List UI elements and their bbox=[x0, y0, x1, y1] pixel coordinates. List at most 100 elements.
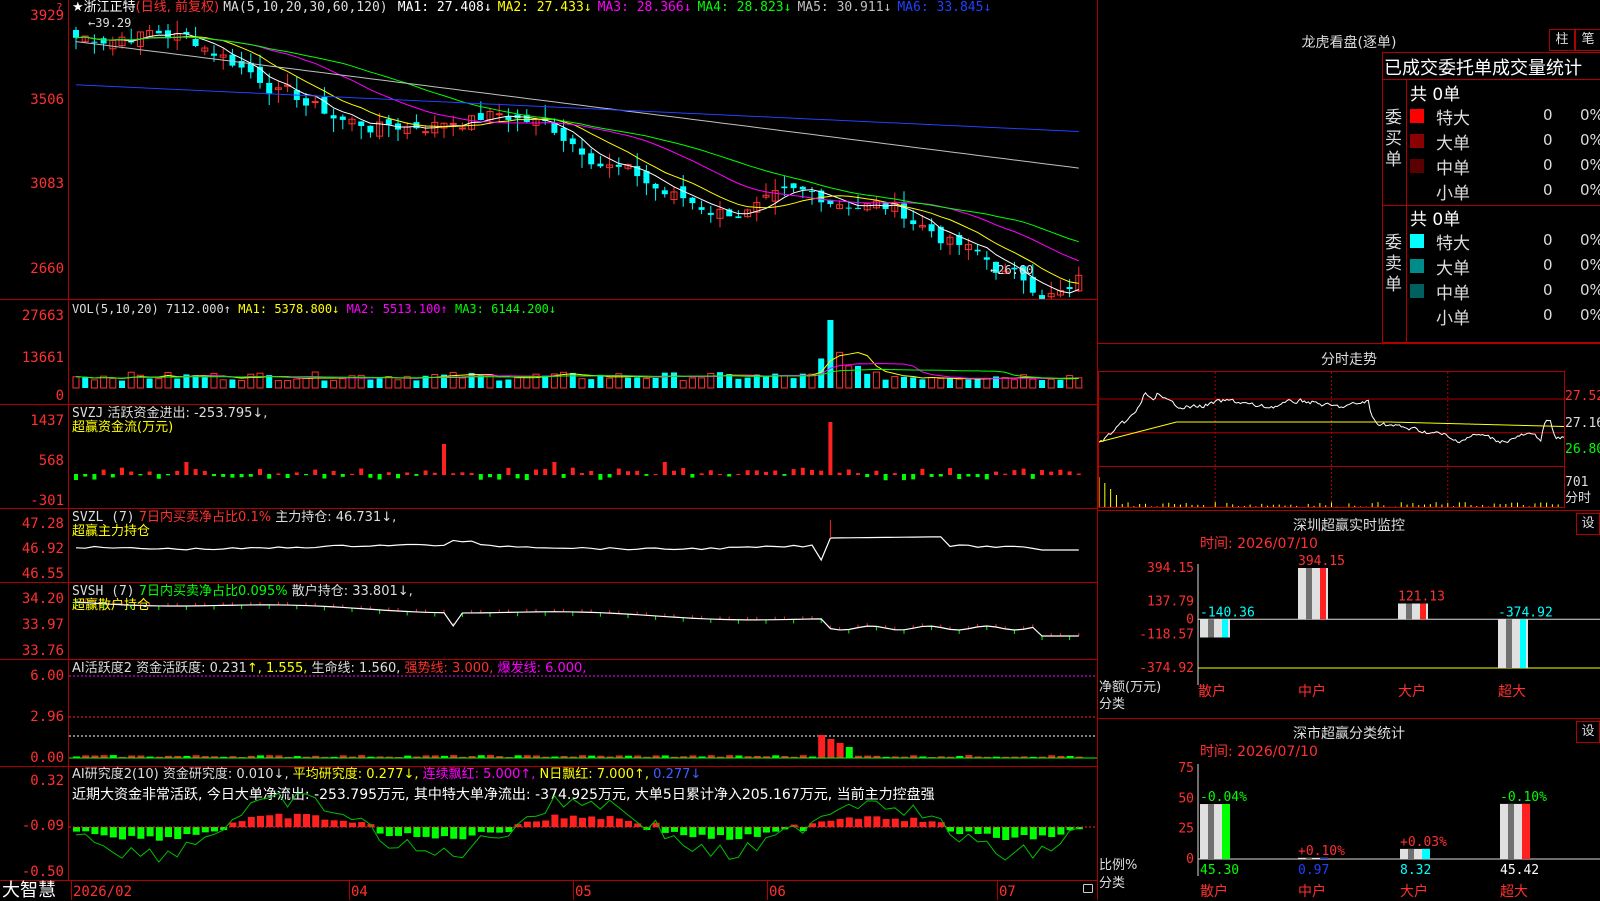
vol-bar bbox=[790, 378, 797, 388]
classify-category-label: 超大 bbox=[1500, 884, 1528, 900]
svzj-bar bbox=[478, 474, 483, 480]
classify-value-label: 8.32 bbox=[1400, 863, 1431, 878]
vol-bar bbox=[983, 377, 991, 389]
order-row: 特大 0 0% bbox=[1410, 104, 1600, 129]
monitor-ytick: -118.57 bbox=[1139, 628, 1194, 643]
svzj-bar bbox=[773, 470, 778, 475]
ai-active-chart-svg[interactable] bbox=[69, 660, 1097, 766]
svsh-ytick-2: 33.76 bbox=[21, 643, 64, 659]
order-count: 0 bbox=[1543, 181, 1553, 199]
classify-value-label: 0.97 bbox=[1298, 863, 1329, 878]
order-count: 0 bbox=[1543, 156, 1553, 174]
svzj-bar bbox=[276, 473, 281, 475]
order-row: 中单 0 0% bbox=[1410, 279, 1600, 304]
date-tick-2: 05 bbox=[575, 884, 592, 900]
classify-settings-button[interactable]: 设 bbox=[1576, 721, 1600, 743]
svzj-bar bbox=[1058, 469, 1063, 475]
star-icon[interactable]: ★ bbox=[72, 0, 84, 15]
monitor-bar-stripe bbox=[1208, 619, 1214, 638]
svzj-chart-svg[interactable] bbox=[69, 420, 1097, 508]
order-type-label: 中单 bbox=[1436, 284, 1470, 304]
vol-bar bbox=[910, 377, 917, 388]
ai2-bar bbox=[229, 822, 237, 827]
svzj-bar bbox=[736, 473, 741, 475]
candle-down bbox=[661, 190, 668, 195]
ai2-bar bbox=[82, 827, 90, 832]
ai2-bar bbox=[303, 814, 310, 827]
monitor-chart-svg[interactable]: 394.15 137.79 0-118.57 -374.92 -140.36 散户 394.… bbox=[1098, 550, 1600, 720]
ai1-bar bbox=[836, 743, 844, 758]
svzj-bar bbox=[350, 473, 354, 475]
ai2-bar bbox=[422, 827, 430, 837]
ai2-bar bbox=[330, 820, 338, 827]
svzj-bar bbox=[902, 474, 906, 481]
monitor-value-label: -140.36 bbox=[1200, 605, 1255, 620]
monitor-settings-button[interactable]: 设 bbox=[1576, 513, 1600, 535]
svzj-bar bbox=[892, 473, 897, 475]
svzj-bar bbox=[561, 474, 566, 478]
ai2-bar bbox=[1029, 827, 1037, 840]
monitor-title: 深圳超赢实时监控 bbox=[1293, 518, 1405, 534]
vol-bar bbox=[72, 376, 80, 389]
monitor-bar-stripe bbox=[1506, 619, 1512, 668]
order-pct: 0% bbox=[1580, 231, 1600, 249]
classify-chart-svg[interactable]: 75 50 25 0 -0.04% 45.30 散户 +0.10% 0.97 中户 +0.03% 8.… bbox=[1098, 758, 1600, 900]
ai2-bar bbox=[413, 827, 421, 837]
ma-line-10 bbox=[75, 36, 1079, 284]
svzj-bar bbox=[304, 474, 308, 476]
vol-bar bbox=[413, 380, 420, 388]
order-type-label: 大单 bbox=[1436, 134, 1470, 154]
bar-mode-button[interactable]: 柱 bbox=[1549, 29, 1575, 51]
order-stats-tab[interactable]: 已成交委托单成交量统计 bbox=[1384, 54, 1600, 80]
vol-bar bbox=[174, 378, 181, 388]
ai2-bar bbox=[183, 827, 191, 835]
ai-active-ytick-1: 2.96 bbox=[30, 709, 64, 725]
monitor-value-label: -374.92 bbox=[1498, 605, 1553, 620]
svzj-bar bbox=[396, 474, 400, 479]
candle-down bbox=[928, 224, 935, 232]
vol-bar bbox=[588, 379, 595, 388]
vol-bar bbox=[928, 377, 936, 389]
ma-items: MA1: 27.408↓ MA2: 27.433↓ MA3: 28.366↓ MA4:… bbox=[392, 0, 992, 15]
svzl-chart-svg[interactable] bbox=[69, 520, 1097, 582]
intraday-chart-svg[interactable] bbox=[1099, 372, 1564, 507]
monitor-top-line bbox=[1098, 510, 1600, 511]
order-color-swatch bbox=[1410, 159, 1424, 173]
candle-down bbox=[155, 30, 162, 34]
ai2-bar bbox=[827, 820, 835, 827]
ai2-bar bbox=[293, 813, 301, 827]
svzj-bar bbox=[1030, 474, 1035, 479]
ai-research-chart-svg[interactable] bbox=[69, 767, 1097, 880]
ai2-bar bbox=[891, 818, 899, 827]
ma-line-60 bbox=[75, 41, 1079, 169]
svzj-bar bbox=[451, 473, 456, 475]
candle-down bbox=[588, 153, 595, 165]
svzj-bar bbox=[957, 474, 962, 480]
vol-bar bbox=[1066, 375, 1074, 389]
order-count: 0 bbox=[1543, 131, 1553, 149]
candle-down bbox=[1029, 276, 1036, 293]
pen-mode-button[interactable]: 笔 bbox=[1575, 29, 1600, 51]
candle-down bbox=[974, 249, 981, 252]
svzj-bar bbox=[331, 470, 336, 475]
ai2-bar bbox=[864, 816, 872, 827]
candle-down bbox=[910, 220, 917, 225]
vol-bar bbox=[671, 372, 677, 388]
ai2-bar bbox=[431, 827, 439, 839]
vol-bar bbox=[965, 379, 972, 388]
sep-price-vol bbox=[0, 299, 1098, 300]
vol-bar bbox=[855, 365, 861, 388]
ai2-bar bbox=[763, 827, 770, 833]
svsh-chart-svg[interactable] bbox=[69, 596, 1097, 659]
vol-chart-svg[interactable] bbox=[69, 316, 1097, 404]
monitor-category-label: 散户 bbox=[1198, 683, 1226, 700]
ai2-bar bbox=[201, 827, 209, 833]
svzj-bar bbox=[975, 474, 980, 478]
lock-icon[interactable] bbox=[1083, 884, 1093, 893]
price-chart-svg[interactable] bbox=[69, 14, 1097, 299]
svsh-line bbox=[75, 601, 1079, 637]
vol-bar bbox=[827, 320, 834, 388]
ai2-bar bbox=[698, 827, 706, 835]
monitor-left-label1: 净额(万元) bbox=[1099, 680, 1162, 695]
vol-bar bbox=[1057, 379, 1064, 388]
